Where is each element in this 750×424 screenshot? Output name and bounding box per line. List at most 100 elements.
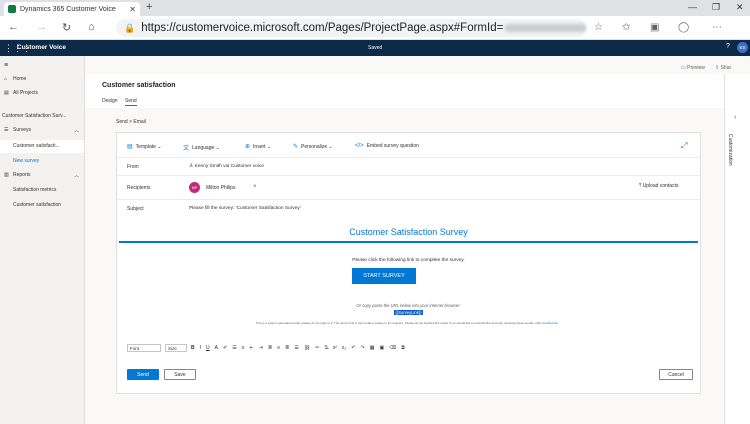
clear-format-icon[interactable]: ⌫ — [389, 345, 396, 351]
align-center-icon[interactable]: ≡ — [277, 345, 280, 351]
send-button[interactable]: Send — [127, 369, 159, 380]
projects-nav-icon: ▤ — [4, 90, 9, 96]
maximize-icon[interactable]: ❐ — [712, 2, 720, 13]
lock-icon: 🔒 — [124, 22, 136, 33]
subject-label: Subject — [127, 206, 144, 212]
image-icon[interactable]: ▣ — [379, 345, 384, 351]
embed-survey-question-button[interactable]: </> Embed survey question — [355, 143, 419, 149]
highlight-icon[interactable]: ✐ — [223, 345, 227, 351]
unlink-icon[interactable]: ✂ — [315, 345, 319, 351]
breadcrumb[interactable]: Send > Email — [116, 119, 146, 125]
chevron-left-icon[interactable]: ‹ — [734, 114, 736, 121]
nav-reports[interactable]: Reports — [13, 172, 31, 178]
underline-icon[interactable]: U — [206, 345, 210, 351]
customization-panel[interactable]: ‹ Customization — [724, 74, 750, 424]
upload-contacts-button[interactable]: ⤒ Upload contacts — [639, 183, 678, 189]
title-divider — [119, 241, 698, 243]
nav-customer-satisfaction-report[interactable]: Customer satisfaction — [13, 202, 61, 208]
person-icon: ♙ — [189, 164, 194, 169]
code-icon: </> — [355, 143, 364, 149]
superscript-icon[interactable]: x² — [333, 345, 337, 351]
font-color-icon[interactable]: A — [215, 345, 218, 351]
numbered-list-icon[interactable]: ≡ — [242, 345, 245, 351]
insert-dropdown[interactable]: ⊕ Insert ⌄ — [245, 143, 271, 151]
home-icon[interactable]: ⌂ — [88, 21, 95, 33]
align-left-icon[interactable]: ≣ — [268, 345, 272, 351]
template-dropdown[interactable]: ▤ Template ⌄ — [127, 143, 162, 151]
indent-icon[interactable]: ⇥ — [259, 345, 263, 351]
reports-nav-icon: ▥ — [4, 172, 9, 178]
survey-link-placeholder[interactable]: {{SurveyLink}} — [117, 310, 700, 315]
app-name[interactable]: Customer Voice — [17, 44, 66, 51]
upload-label: Upload contacts — [642, 183, 679, 189]
tab-close-icon[interactable]: ✕ — [129, 5, 136, 14]
language-dropdown[interactable]: 文 Language ⌄ — [183, 143, 220, 153]
share-button[interactable]: ⇪ Shar — [715, 65, 731, 71]
nav-project[interactable]: Customer Satisfaction Surv... — [2, 113, 66, 119]
recipient-name[interactable]: Milton Philips — [206, 185, 235, 191]
fine-print-text: This is a system generated email, please… — [255, 321, 542, 325]
bullet-list-icon[interactable]: ☰ — [232, 345, 236, 351]
undo-icon[interactable]: ↶ — [351, 345, 355, 351]
refresh-icon[interactable]: ↻ — [62, 21, 71, 34]
source-code-icon[interactable]: ⧉ — [401, 345, 405, 351]
hamburger-icon[interactable]: ≡ — [4, 62, 8, 69]
strikethrough-icon[interactable]: S̶ — [324, 345, 327, 351]
tab-send[interactable]: Send — [125, 98, 137, 106]
outdent-icon[interactable]: ⇤ — [250, 345, 254, 351]
surveys-nav-icon: ☰ — [4, 127, 9, 133]
help-icon[interactable]: ? — [726, 43, 730, 50]
from-label: From — [127, 164, 139, 170]
minimize-icon[interactable]: — — [688, 2, 697, 12]
expand-icon[interactable]: ⤢ — [681, 141, 687, 151]
star-icon[interactable]: ☆ — [594, 22, 603, 33]
nav-home[interactable]: Home — [13, 76, 26, 82]
remove-recipient-icon[interactable]: × — [253, 184, 257, 190]
window-close-icon[interactable]: ✕ — [736, 2, 744, 13]
nav-new-survey[interactable]: New survey — [13, 158, 39, 164]
profile-icon[interactable]: ◯ — [678, 22, 689, 33]
favorites-icon[interactable]: ✩ — [622, 22, 630, 33]
font-label: Font — [130, 345, 140, 351]
left-nav: ≡ ⌂ Home ▤ All Projects Customer Satisfa… — [0, 56, 85, 424]
chevron-up-icon[interactable]: ︿ — [74, 127, 79, 134]
more-icon[interactable]: ⋯ — [712, 22, 722, 33]
nav-surveys[interactable]: Surveys — [13, 127, 31, 133]
size-select[interactable]: Size — [165, 344, 187, 352]
unsubscribe-link[interactable]: unsubscribe — [542, 321, 558, 325]
link-icon[interactable]: ⛓ — [304, 345, 310, 351]
size-label: Size — [168, 345, 177, 351]
align-right-icon[interactable]: ≣ — [285, 345, 289, 351]
forward-icon[interactable]: → — [36, 21, 47, 33]
nav-survey-customer-satisfaction[interactable]: Customer satisfacti... — [0, 140, 84, 153]
collections-icon[interactable]: ▣ — [650, 22, 659, 33]
url-field[interactable]: 🔒 https://customervoice.microsoft.com/Pa… — [116, 19, 586, 37]
justify-icon[interactable]: ☰ — [294, 345, 298, 351]
personalize-label: Personalize — [301, 143, 328, 150]
new-tab-button[interactable]: + — [146, 1, 152, 13]
preview-button[interactable]: ▭ Preview — [681, 65, 705, 71]
subject-row: Subject Please fill the survey: 'Custome… — [117, 199, 700, 221]
nav-all-projects[interactable]: All Projects — [13, 90, 38, 96]
personalize-dropdown[interactable]: ✎ Personalize ⌄ — [293, 143, 333, 151]
subject-field[interactable]: Please fill the survey: 'Customer Satisf… — [189, 206, 301, 211]
back-icon[interactable]: ← — [8, 21, 19, 33]
italic-icon[interactable]: I — [200, 345, 201, 351]
bold-icon[interactable]: B — [191, 345, 195, 351]
redo-icon[interactable]: ↷ — [361, 345, 365, 351]
user-avatar[interactable]: KS — [737, 42, 748, 53]
browser-tab[interactable]: Dynamics 365 Customer Voice ✕ — [4, 2, 140, 16]
command-bar: ▭ Preview ⇪ Shar — [85, 62, 750, 74]
font-select[interactable]: Font — [127, 344, 161, 352]
start-survey-button[interactable]: START SURVEY — [352, 268, 416, 284]
tab-design[interactable]: Design — [102, 98, 118, 104]
cancel-button[interactable]: Cancel — [659, 369, 693, 380]
insert-label: Insert — [253, 143, 266, 150]
fine-print: This is a system generated email, please… — [227, 321, 587, 325]
subscript-icon[interactable]: x₂ — [342, 345, 346, 351]
table-icon[interactable]: ▦ — [370, 345, 375, 351]
chevron-up-icon[interactable]: ︿ — [74, 172, 79, 179]
save-button[interactable]: Save — [164, 369, 196, 380]
email-body[interactable]: Customer Satisfaction Survey Please clic… — [117, 221, 700, 341]
nav-satisfaction-metrics[interactable]: Satisfaction metrics — [13, 187, 56, 193]
